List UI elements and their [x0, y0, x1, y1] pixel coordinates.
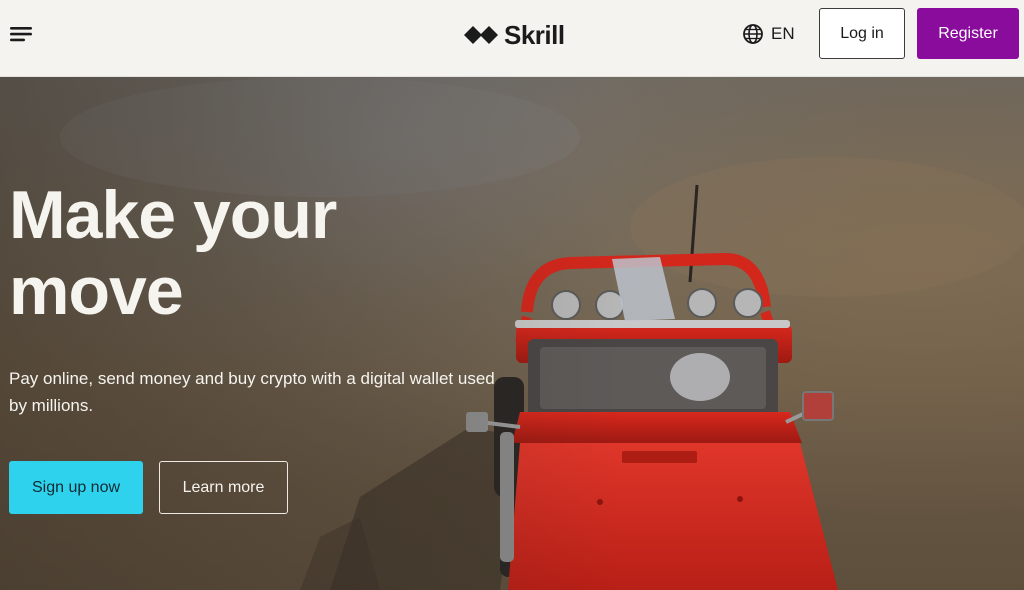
globe-icon	[743, 24, 763, 44]
brand-name: Skrill	[504, 19, 565, 50]
hero-headline: Make your move	[9, 177, 337, 329]
hamburger-menu-icon[interactable]	[6, 21, 36, 47]
register-button[interactable]: Register	[917, 8, 1019, 59]
hero-section: Make your move Pay online, send money an…	[0, 77, 1024, 590]
site-header: Skrill EN Log in Register	[0, 0, 1024, 77]
language-selector[interactable]: EN	[742, 20, 795, 48]
sign-up-button[interactable]: Sign up now	[9, 461, 143, 514]
language-label: EN	[771, 24, 795, 43]
login-button[interactable]: Log in	[819, 8, 905, 59]
brand-logo[interactable]: Skrill	[464, 17, 565, 53]
learn-more-button[interactable]: Learn more	[159, 461, 288, 514]
skrill-diamond-logo-icon	[464, 26, 498, 44]
hero-subtext: Pay online, send money and buy crypto wi…	[9, 369, 495, 415]
